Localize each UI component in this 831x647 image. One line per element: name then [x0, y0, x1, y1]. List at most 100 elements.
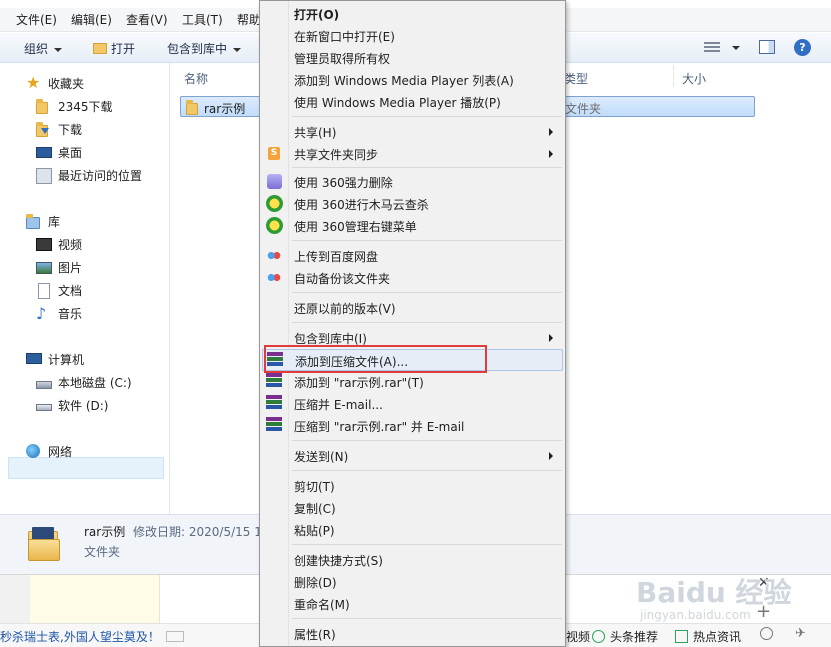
column-header-type[interactable]: 类型: [564, 70, 588, 87]
menu-item-add-to-rar[interactable]: 添加到 "rar示例.rar"(T): [262, 371, 563, 393]
menu-item-properties[interactable]: 属性(R): [262, 623, 563, 645]
news-link[interactable]: 秒杀瑞士表,外国人望尘莫及！: [0, 628, 184, 645]
menu-item-paste[interactable]: 粘贴(P): [262, 519, 563, 541]
picture-icon: [36, 262, 52, 274]
menu-item-play-wmp[interactable]: 使用 Windows Media Player 播放(P): [262, 91, 563, 113]
ad-icon: [165, 631, 184, 642]
menu-item-include-library[interactable]: 包含到库中(I): [262, 327, 563, 349]
menu-item-delete[interactable]: 删除(D): [262, 571, 563, 593]
file-row-type: 文件夹: [565, 102, 602, 116]
menu-item-360-manage[interactable]: 使用 360管理右键菜单: [262, 215, 563, 237]
nav-2345-label: 2345下载: [58, 100, 113, 114]
menu-item-label: 创建快捷方式(S): [294, 554, 383, 568]
menu-edit[interactable]: 编辑(E): [71, 11, 112, 28]
menu-view[interactable]: 查看(V): [126, 11, 168, 28]
menu-item-create-shortcut[interactable]: 创建快捷方式(S): [262, 549, 563, 571]
sync-s-icon: S: [268, 147, 280, 160]
menu-item-open-new-window[interactable]: 在新窗口中打开(E): [262, 25, 563, 47]
submenu-arrow-icon: [549, 452, 553, 460]
menu-item-upload-baidu[interactable]: 上传到百度网盘: [262, 245, 563, 267]
menu-item-open[interactable]: 打开(O): [262, 3, 563, 25]
help-icon[interactable]: ?: [794, 39, 811, 56]
watermark-brand: Baidu 经验: [636, 576, 792, 609]
column-header-name[interactable]: 名称: [184, 70, 208, 87]
view-options-icon[interactable]: [704, 42, 720, 54]
pin-icon[interactable]: ✈: [795, 626, 806, 641]
nav-drive-c[interactable]: 本地磁盘 (C:): [36, 373, 132, 393]
menu-item-auto-backup[interactable]: 自动备份该文件夹: [262, 267, 563, 289]
library-icon: [26, 214, 42, 230]
open-label: 打开: [111, 42, 136, 56]
menu-item-send-to[interactable]: 发送到(N): [262, 445, 563, 467]
nav-downloads[interactable]: 下载: [36, 120, 82, 140]
refresh-icon[interactable]: [760, 627, 773, 640]
organize-button[interactable]: 组织: [24, 40, 63, 57]
open-button[interactable]: 打开: [93, 40, 135, 57]
nav-pictures-label: 图片: [58, 261, 83, 275]
chevron-down-icon[interactable]: [732, 46, 740, 50]
nav-favorites-label: 收藏夹: [48, 77, 85, 91]
column-separator[interactable]: [673, 65, 674, 87]
menu-item-compress-rar-email[interactable]: 压缩到 "rar示例.rar" 并 E-mail: [262, 415, 563, 437]
menu-separator: [292, 240, 562, 241]
menu-item-label: 复制(C): [294, 502, 336, 516]
menu-item-add-wmp-list[interactable]: 添加到 Windows Media Player 列表(A): [262, 69, 563, 91]
nav-drive-d[interactable]: 软件 (D:): [36, 396, 108, 416]
menu-item-copy[interactable]: 复制(C): [262, 497, 563, 519]
preview-pane-icon[interactable]: [759, 40, 775, 54]
nav-videos[interactable]: 视频: [36, 235, 82, 255]
menu-item-label: 共享(H): [294, 126, 337, 140]
nav-recent[interactable]: 最近访问的位置: [36, 166, 142, 186]
nav-desktop[interactable]: 桌面: [36, 143, 82, 163]
menu-item-cut[interactable]: 剪切(T): [262, 475, 563, 497]
menu-separator: [292, 544, 562, 545]
menu-item-label: 包含到库中(I): [294, 332, 367, 346]
headline-button[interactable]: 头条推荐: [592, 628, 658, 645]
hot-news-button[interactable]: 热点资讯: [675, 628, 741, 645]
nav-computer[interactable]: 计算机: [26, 350, 84, 370]
menu-item-label: 剪切(T): [294, 480, 335, 494]
menu-help[interactable]: 帮助: [237, 11, 261, 28]
nav-libraries-label: 库: [48, 215, 61, 229]
menu-separator: [292, 322, 562, 323]
include-library-button[interactable]: 包含到库中: [167, 40, 242, 57]
menu-item-rename[interactable]: 重命名(M): [262, 593, 563, 615]
menu-item-label: 打开(O): [294, 8, 340, 22]
menu-item-restore-previous[interactable]: 还原以前的版本(V): [262, 297, 563, 319]
ad-banner[interactable]: [30, 575, 160, 623]
headline-label: 头条推荐: [610, 630, 659, 644]
menu-item-share[interactable]: 共享(H): [262, 121, 563, 143]
baidu-cloud-icon: [267, 272, 281, 283]
navigation-pane: ★ 收藏夹 2345下载 下载 桌面 最近访问的位置 库 视频 图片 文档 ♪ …: [0, 63, 170, 514]
menu-item-360-scan[interactable]: 使用 360进行木马云查杀: [262, 193, 563, 215]
drive-icon: [36, 404, 52, 411]
nav-network[interactable]: 网络: [26, 442, 72, 462]
computer-icon: [26, 353, 42, 364]
shredder-icon: [267, 174, 282, 189]
nav-drive-c-label: 本地磁盘 (C:): [58, 376, 132, 390]
menu-tools[interactable]: 工具(T): [182, 11, 223, 28]
nav-2345-download[interactable]: 2345下载: [36, 97, 113, 117]
menu-item-360-shred[interactable]: 使用 360强力删除: [262, 171, 563, 193]
folder-icon: [186, 100, 200, 115]
nav-favorites[interactable]: ★ 收藏夹: [26, 74, 85, 94]
column-header-size[interactable]: 大小: [682, 70, 706, 87]
menu-item-label: 管理员取得所有权: [294, 52, 391, 66]
details-name: rar示例: [84, 525, 126, 539]
shield-360-icon: [266, 217, 283, 234]
nav-libraries[interactable]: 库: [26, 212, 61, 232]
menu-item-share-sync[interactable]: S 共享文件夹同步: [262, 143, 563, 165]
baidu-watermark: Baidu 经验 jingyan.baidu.com: [636, 578, 796, 626]
menu-item-take-ownership[interactable]: 管理员取得所有权: [262, 47, 563, 69]
menu-item-compress-email[interactable]: 压缩并 E-mail...: [262, 393, 563, 415]
nav-pictures[interactable]: 图片: [36, 258, 83, 278]
submenu-arrow-icon: [549, 334, 553, 342]
menu-item-label: 压缩并 E-mail...: [294, 398, 383, 412]
video-link[interactable]: 视频: [566, 628, 590, 645]
nav-music[interactable]: ♪ 音乐: [36, 304, 82, 324]
nav-documents[interactable]: 文档: [38, 281, 82, 301]
menu-separator: [292, 618, 562, 619]
menu-item-add-archive[interactable]: 添加到压缩文件(A)...: [262, 349, 563, 371]
desktop-icon: [36, 147, 52, 158]
menu-file[interactable]: 文件(E): [16, 11, 57, 28]
